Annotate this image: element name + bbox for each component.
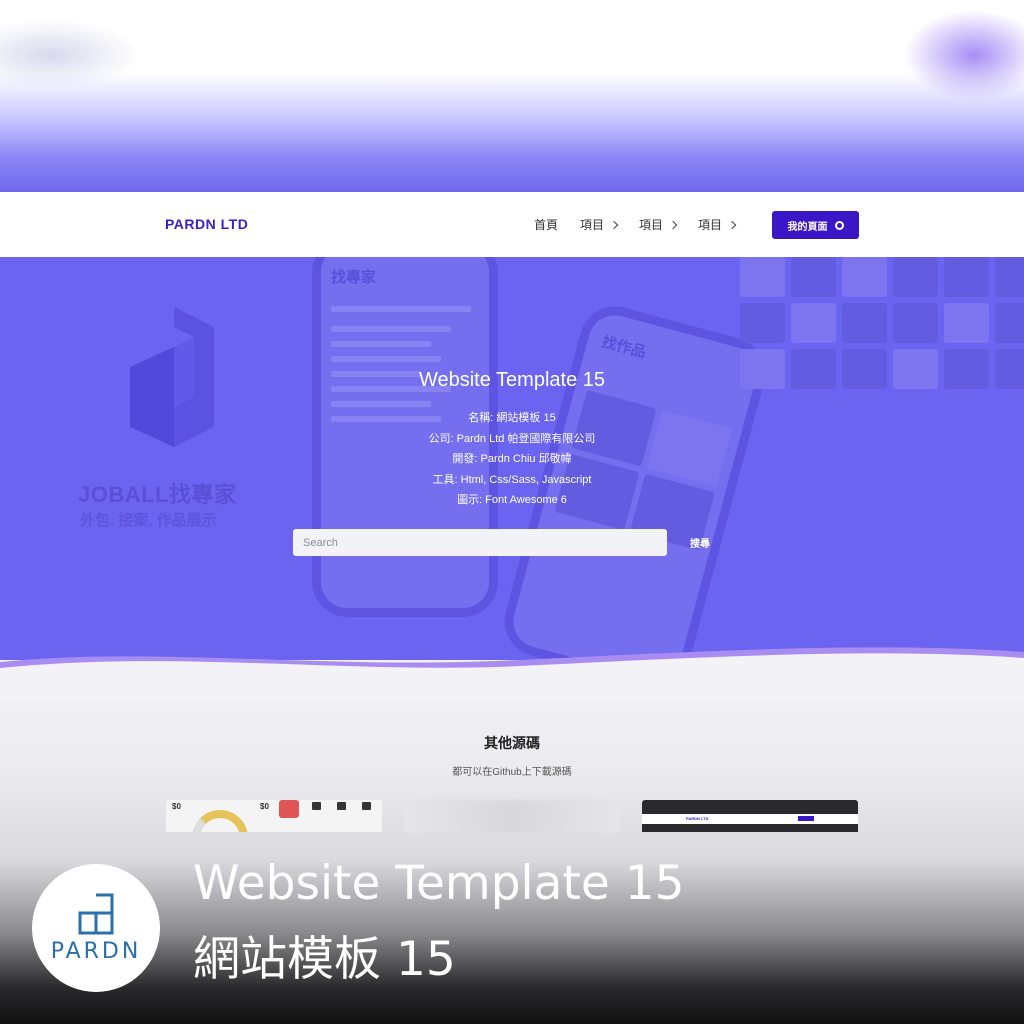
navbar: PARDN LTD 首頁 項目 項目 項目 我的頁面 [0, 192, 1024, 257]
other-sources-section [0, 660, 1024, 1024]
donut-chart-thumbnail [192, 810, 248, 832]
meta-icons: 圖示: Font Awesome 6 [457, 494, 567, 506]
caption-title: Website Template 15 [193, 856, 685, 911]
nav-link-label: 項目 [698, 218, 723, 232]
card-red-tab [279, 800, 299, 818]
github-icon [834, 220, 844, 230]
my-page-button[interactable]: 我的頁面 [772, 211, 859, 239]
caption-subtitle: 網站模板 15 [193, 932, 456, 987]
card-button-thumbnail [798, 816, 814, 821]
pardn-logo-icon [78, 893, 114, 934]
meta-tools: 工具: Html, Css/Sass, Javascript [432, 474, 592, 486]
nav-link-label: 項目 [639, 218, 664, 232]
logo-text: PARDN [50, 938, 142, 964]
source-card-3[interactable]: PARDN LTD [642, 800, 858, 832]
pardn-logo-badge: PARDN [32, 864, 160, 992]
hero-title: Website Template 15 [418, 369, 606, 391]
nav-link-home[interactable]: 首頁 [534, 216, 558, 233]
blurred-shape [904, 10, 1024, 100]
blurred-header-backdrop [0, 0, 1024, 192]
blurred-shape [0, 20, 140, 90]
wave-divider [0, 647, 1024, 700]
search-input[interactable] [293, 529, 667, 556]
brand-logo-text[interactable]: PARDN LTD [165, 216, 248, 232]
meta-name: 名稱: 網站模板 15 [468, 412, 556, 424]
meta-company: 公司: Pardn Ltd 帕登國際有限公司 [428, 433, 596, 445]
chevron-right-icon [609, 220, 619, 229]
nav-link-label: 項目 [580, 218, 605, 232]
nav-link-label: 首頁 [534, 218, 559, 232]
card-brand-text: PARDN LTD [686, 816, 709, 821]
card-navbar-thumbnail [642, 814, 858, 824]
hero-section: JOBALL找專家 外包. 接案, 作品展示 找專家 找作品 Website T… [0, 257, 1024, 677]
cart-icon [312, 802, 321, 810]
chevron-right-icon [668, 220, 678, 229]
nav-links: 首頁 項目 項目 項目 [534, 216, 737, 233]
search-button[interactable]: 搜尋 [690, 535, 710, 550]
chevron-right-icon [727, 220, 737, 229]
nav-link-project-1[interactable]: 項目 [580, 216, 619, 233]
card-price: $0 [260, 802, 269, 811]
source-card-1[interactable]: $0 $0 [166, 800, 382, 832]
section-title: 其他源碼 [484, 735, 540, 751]
hero-tint-overlay [0, 257, 1024, 677]
my-page-button-label: 我的頁面 [787, 221, 828, 233]
card-price: $0 [172, 802, 181, 811]
nav-link-project-3[interactable]: 項目 [698, 216, 737, 233]
section-subtitle: 都可以在Github上下載源碼 [452, 767, 572, 778]
home-icon [337, 802, 346, 810]
truck-icon [362, 802, 371, 810]
source-card-2[interactable] [404, 800, 620, 832]
meta-developer: 開發: Pardn Chiu 邱敬幃 [452, 453, 572, 465]
nav-link-project-2[interactable]: 項目 [639, 216, 678, 233]
